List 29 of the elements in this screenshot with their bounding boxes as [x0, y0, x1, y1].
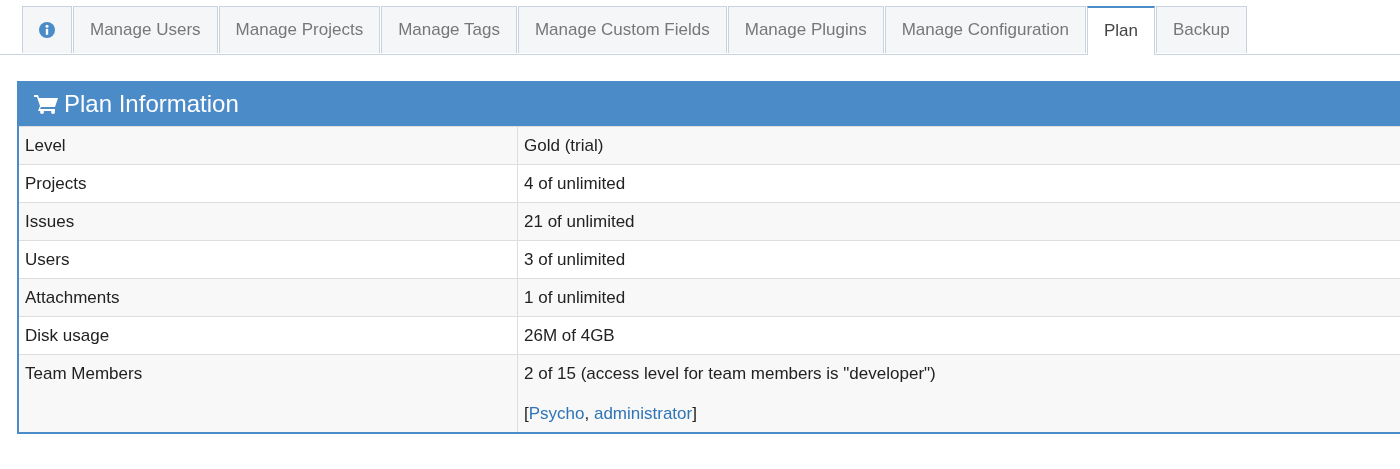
row-value: 3 of unlimited	[524, 250, 627, 270]
tab[interactable]: Manage Tags	[381, 6, 517, 53]
tab[interactable]: Plan	[1086, 6, 1155, 55]
tab[interactable]: Backup	[1155, 6, 1247, 53]
row-label: Users	[25, 250, 70, 269]
row-value: 21 of unlimited	[524, 212, 636, 232]
tab[interactable]: Manage Configuration	[884, 6, 1086, 53]
cart-icon	[34, 93, 58, 114]
row-value: 1 of unlimited	[524, 288, 627, 308]
row-value: 26M of 4GB	[524, 326, 616, 346]
member-list: [Psycho, administrator]	[524, 404, 1394, 424]
row-value: Gold (trial)	[524, 136, 605, 156]
tab[interactable]	[22, 6, 72, 53]
row-label: Attachments	[25, 288, 120, 307]
tab[interactable]: Manage Projects	[218, 6, 381, 53]
row-label: Disk usage	[25, 326, 110, 345]
row-value: 4 of unlimited	[524, 174, 627, 194]
tab[interactable]: Manage Custom Fields	[517, 6, 727, 53]
row-label: Level	[25, 136, 66, 155]
row-value: 2 of 15 (access level for team members is "developer")	[524, 364, 937, 384]
row-label: Issues	[25, 212, 75, 231]
row-label: Projects	[25, 174, 87, 193]
member-link[interactable]: administrator	[593, 404, 693, 423]
member-link[interactable]: Psycho	[528, 404, 585, 423]
row-label: Team Members	[25, 364, 143, 383]
tab[interactable]: Manage Users	[73, 6, 218, 53]
tab[interactable]: Manage Plugins	[727, 6, 884, 53]
panel-title: Plan Information	[64, 89, 239, 118]
info-icon	[39, 22, 55, 38]
